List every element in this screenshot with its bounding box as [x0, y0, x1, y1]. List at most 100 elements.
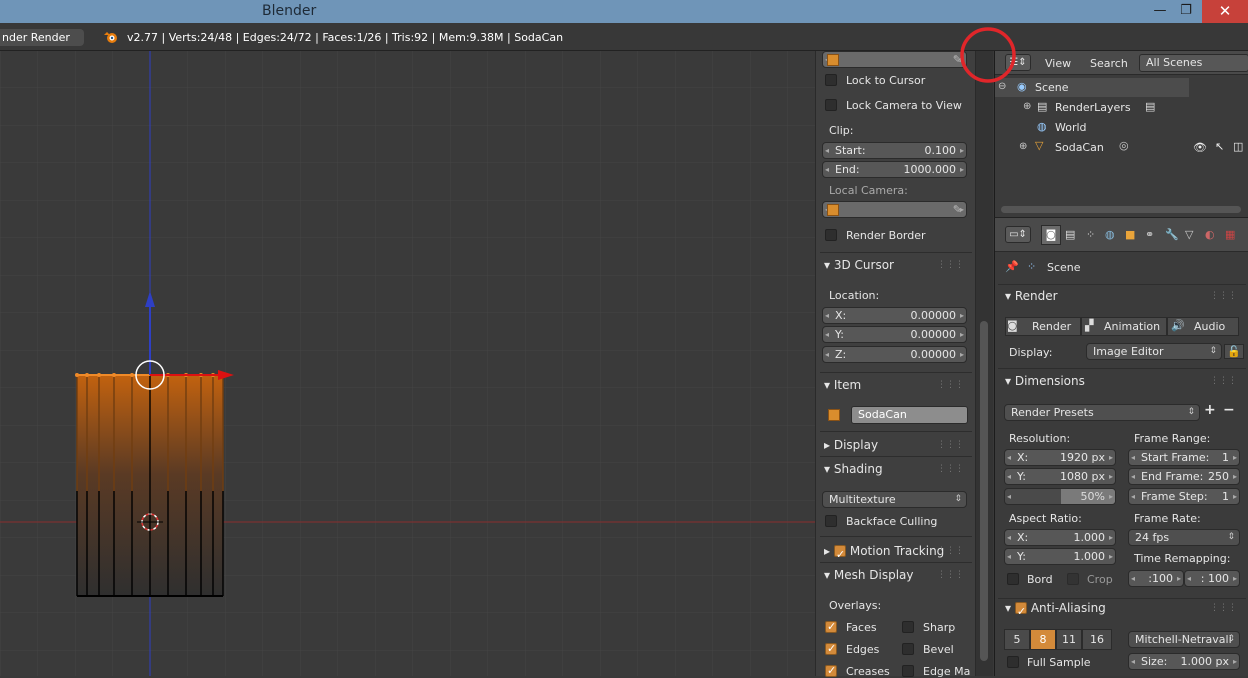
pin-icon[interactable]: 📌	[1005, 260, 1019, 273]
scene-tab-icon[interactable]: ⁘	[1086, 228, 1095, 241]
maximize-button[interactable]: ❐	[1171, 0, 1201, 23]
material-tab-icon[interactable]: ◐	[1205, 228, 1215, 241]
texture-tab-icon[interactable]: ▦	[1225, 228, 1235, 241]
edges-checkbox[interactable]	[825, 642, 837, 655]
outliner-scrollbar[interactable]	[1001, 206, 1241, 213]
faces-checkbox[interactable]	[825, 620, 837, 633]
creases-checkbox[interactable]	[825, 664, 837, 677]
object-cube-icon	[828, 409, 840, 421]
outliner-world[interactable]: World	[1055, 121, 1087, 134]
lock-interface-icon[interactable]: 🔓	[1224, 344, 1244, 359]
aa-samples-11[interactable]: 11	[1056, 629, 1082, 650]
visibility-eye-icon[interactable]: 👁	[1193, 141, 1207, 154]
shading-mode-select[interactable]: Multitexture	[822, 491, 967, 508]
motion-tracking-checkbox[interactable]	[833, 544, 846, 566]
remap-new-field[interactable]: : 100	[1184, 570, 1240, 587]
start-frame-field[interactable]: Start Frame: 1	[1128, 449, 1240, 466]
crop-checkbox[interactable]	[1067, 573, 1079, 585]
renderability-camera-icon[interactable]: ◫	[1233, 140, 1243, 153]
aa-samples-group: 5 8 11 16	[1004, 629, 1116, 650]
resolution-x-field[interactable]: X: 1920 px	[1004, 449, 1116, 466]
sharp-checkbox[interactable]	[902, 621, 914, 633]
editor-type-menu[interactable]: ▭⇕	[1005, 226, 1031, 243]
panel-item-header[interactable]: ▾ Item ⋮⋮⋮	[824, 374, 968, 396]
constraints-tab-icon[interactable]: ⚭	[1145, 228, 1154, 241]
full-sample-checkbox[interactable]	[1007, 656, 1019, 668]
mesh-object-icon: ▽	[1035, 139, 1044, 152]
panel-3d-cursor-header[interactable]: ▾ 3D Cursor ⋮⋮⋮	[824, 254, 968, 276]
clip-end-field[interactable]: End: 1000.000	[822, 161, 967, 178]
scenes-display-select[interactable]: All Scenes	[1139, 54, 1248, 72]
aa-samples-8[interactable]: 8	[1030, 629, 1056, 650]
resolution-y-field[interactable]: Y: 1080 px	[1004, 468, 1116, 485]
border-checkbox[interactable]	[1007, 573, 1019, 585]
clip-start-label: Start:	[835, 144, 866, 157]
data-tab-icon[interactable]: ▽	[1185, 228, 1193, 241]
cursor-x-field[interactable]: X: 0.00000	[822, 307, 967, 324]
cursor-y-field[interactable]: Y: 0.00000	[822, 326, 967, 343]
cursor-z-field[interactable]: Z: 0.00000	[822, 346, 967, 363]
remap-old-field[interactable]: :100	[1128, 570, 1184, 587]
viewport-canvas[interactable]	[0, 51, 815, 676]
lock-to-cursor-checkbox[interactable]	[825, 74, 837, 86]
motion-tracking-label: Motion Tracking	[849, 544, 945, 558]
frame-step-field[interactable]: Frame Step: 1	[1128, 488, 1240, 505]
display-header-label: Display	[833, 438, 879, 452]
panel-motion-tracking-header[interactable]: ▸ Motion Tracking⋮⋮⋮	[824, 540, 968, 566]
clip-start-field[interactable]: Start: 0.100	[822, 142, 967, 159]
panel-display-header[interactable]: ▸ Display ⋮⋮⋮	[824, 434, 968, 456]
resolution-percentage-slider[interactable]: 50%	[1004, 488, 1116, 505]
expand-icon[interactable]: ⊕	[1019, 141, 1027, 152]
end-frame-label: End Frame:	[1141, 470, 1204, 483]
aspect-x-field[interactable]: X: 1.000	[1004, 529, 1116, 546]
edge-marks-checkbox[interactable]	[902, 665, 914, 677]
panel-mesh-display-header[interactable]: ▾ Mesh Display ⋮⋮⋮	[824, 564, 968, 586]
close-button[interactable]: ✕	[1202, 0, 1248, 23]
panel-dimensions-header[interactable]: ▾ Dimensions ⋮⋮⋮	[1005, 370, 1241, 392]
filter-size-field[interactable]: Size: 1.000 px	[1128, 653, 1240, 670]
outliner-sodacan[interactable]: SodaCan	[1055, 141, 1104, 154]
object-tab-icon[interactable]: ■	[1125, 228, 1135, 241]
backface-culling-checkbox[interactable]	[825, 515, 837, 527]
animation-button[interactable]: Animation	[1081, 317, 1167, 336]
scrollbar-thumb[interactable]	[980, 321, 988, 661]
bevel-checkbox[interactable]	[902, 643, 914, 655]
panel-anti-aliasing-header[interactable]: ▾ Anti-Aliasing⋮⋮⋮	[1005, 597, 1241, 623]
frame-rate-select[interactable]: 24 fps	[1128, 529, 1240, 546]
shelf-scrollbar[interactable]	[975, 51, 993, 676]
render-engine-menu[interactable]: nder Render	[0, 29, 84, 46]
aspect-ratio-label: Aspect Ratio:	[1009, 512, 1082, 525]
animation-button-label: Animation	[1104, 320, 1161, 333]
lock-object-field[interactable]: ✎	[822, 51, 967, 68]
search-menu[interactable]: Search	[1090, 57, 1128, 70]
aspect-y-field[interactable]: Y: 1.000	[1004, 548, 1116, 565]
aa-filter-select[interactable]: Mitchell-Netravali	[1128, 631, 1240, 648]
selectability-cursor-icon[interactable]: ↖	[1215, 140, 1224, 153]
render-tab-camera-icon[interactable]: ◙	[1041, 225, 1061, 245]
add-preset-button[interactable]: +	[1204, 402, 1216, 418]
local-camera-field[interactable]: ✎	[822, 201, 967, 218]
aa-samples-5[interactable]: 5	[1004, 629, 1030, 650]
remove-preset-button[interactable]: −	[1223, 402, 1235, 418]
modifiers-tab-icon[interactable]: 🔧	[1165, 228, 1179, 241]
cursor-z-value: 0.00000	[910, 348, 957, 361]
render-presets-select[interactable]: Render Presets	[1004, 404, 1200, 421]
3d-viewport[interactable]	[0, 51, 815, 676]
world-tab-icon[interactable]: ◍	[1105, 228, 1115, 241]
display-select[interactable]: Image Editor	[1086, 343, 1222, 360]
render-header-label: Render	[1014, 289, 1058, 303]
lock-camera-checkbox[interactable]	[825, 99, 837, 111]
view-menu[interactable]: View	[1045, 57, 1071, 70]
expand-icon[interactable]: ⊕	[1023, 101, 1031, 112]
aa-samples-16[interactable]: 16	[1082, 629, 1112, 650]
outliner-renderlayers[interactable]: RenderLayers	[1055, 101, 1131, 114]
panel-shading-header[interactable]: ▾ Shading ⋮⋮⋮	[824, 458, 968, 480]
object-name-input[interactable]: SodaCan	[851, 406, 968, 424]
render-border-checkbox[interactable]	[825, 229, 837, 241]
outliner-scene[interactable]: Scene	[1035, 81, 1069, 94]
end-frame-field[interactable]: End Frame: 250	[1128, 468, 1240, 485]
render-layers-tab-icon[interactable]: ▤	[1065, 228, 1075, 241]
anti-aliasing-checkbox[interactable]	[1014, 601, 1027, 623]
eyedropper-icon[interactable]: ✎	[953, 202, 962, 217]
panel-render-header[interactable]: ▾ Render ⋮⋮⋮	[1005, 285, 1241, 307]
